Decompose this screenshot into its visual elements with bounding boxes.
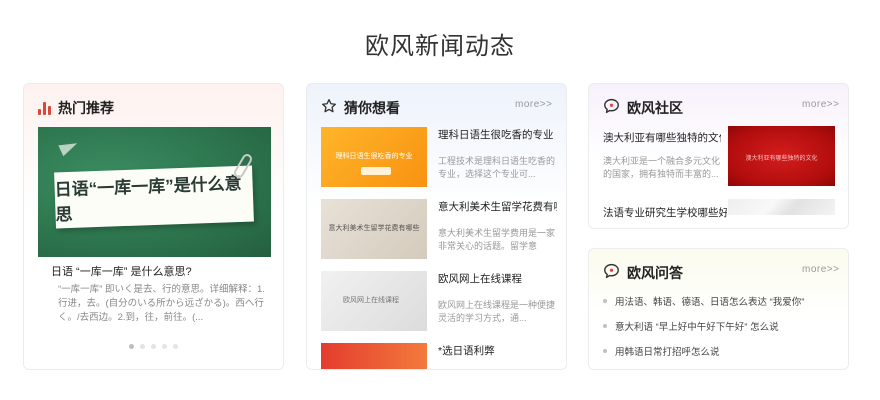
carousel-dot[interactable]	[151, 344, 156, 349]
carousel-dot[interactable]	[129, 344, 134, 349]
bullet-icon	[603, 299, 607, 304]
qa-question[interactable]: 用韩语日常打招呼怎么说	[615, 347, 720, 358]
community-post-thumbnail[interactable]: 澳大利亚有哪些独特的文化	[728, 126, 835, 186]
slide-note: 日语“一库一库”是什么意思	[54, 165, 254, 229]
article-thumbnail: 意大利美术生留学花费有哪些	[321, 199, 427, 259]
carousel-slide[interactable]: 日语“一库一库”是什么意思	[38, 127, 271, 257]
qa-more-link[interactable]: more>>	[802, 264, 839, 275]
qa-card-title: 欧风问答	[627, 265, 683, 281]
community-post-thumbnail[interactable]	[728, 199, 835, 215]
carousel-dot[interactable]	[173, 344, 178, 349]
community-post-desc: 澳大利亚是一个融合多元文化的国家，拥有独特而丰富的...	[603, 156, 721, 179]
article-thumbnail	[321, 343, 427, 369]
carousel-dots	[129, 344, 178, 349]
qa-card-header: 欧风问答 more>>	[589, 249, 848, 293]
qa-item[interactable]: 用韩语日常打招呼怎么说	[603, 344, 720, 358]
hot-summary: “一库一库” 即いく是去、行的意思。详细解释：1.行进，去。(自分のいる所から远…	[58, 284, 265, 323]
bullet-icon	[603, 349, 607, 354]
list-item[interactable]: 意大利美术生留学花费有哪些 意大利美术生留学花费有哪些 意大利美术生留学费用是一…	[321, 199, 557, 259]
slide-text: 日语“一库一库”是什么意思	[54, 173, 242, 225]
chat-bubble-icon	[604, 98, 619, 114]
bullet-icon	[603, 324, 607, 329]
list-item[interactable]: 欧风网上在线课程 欧风网上在线课程 欧风网上在线课程是一种便捷灵活的学习方式，通…	[321, 271, 557, 331]
guess-card-title: 猜你想看	[344, 100, 400, 116]
guess-more-link[interactable]: more>>	[515, 99, 552, 110]
community-card-title: 欧风社区	[627, 100, 683, 116]
carousel-dot[interactable]	[140, 344, 145, 349]
article-desc: 欧风网上在线课程是一种便捷灵活的学习方式，通...	[438, 300, 555, 323]
community-post-title[interactable]: 澳大利亚有哪些独特的文化	[603, 130, 721, 145]
hot-recommend-card: 热门推荐 日语“一库一库”是什么意思 日语 “一库一库” 是什么意思? “一库一…	[23, 83, 284, 370]
list-item[interactable]: 理科日语生很吃香的专业 理科日语生很吃香的专业 工程技术是理科日语生吃香的专业，…	[321, 127, 557, 187]
qa-card: 欧风问答 more>> 用法语、韩语、德语、日语怎么表达 “我爱你” 意大利语 …	[588, 248, 849, 370]
bar-chart-icon	[38, 101, 52, 115]
hot-card-title: 热门推荐	[58, 100, 114, 116]
hot-card-header: 热门推荐	[24, 84, 283, 128]
star-outline-icon	[322, 99, 336, 113]
qa-question[interactable]: 用法语、韩语、德语、日语怎么表达 “我爱你”	[615, 297, 804, 308]
guess-card: 猜你想看 more>> 理科日语生很吃香的专业 理科日语生很吃香的专业 工程技术…	[306, 83, 567, 370]
qa-item[interactable]: 意大利语 “早上好中午好下午好” 怎么说	[603, 319, 779, 333]
community-card-header: 欧风社区 more>>	[589, 84, 848, 128]
hot-headline-link[interactable]: 日语 “一库一库” 是什么意思?	[51, 263, 192, 279]
article-desc: 工程技术是理科日语生吃香的专业，选择这个专业可...	[438, 156, 555, 179]
chat-bubble-icon	[604, 263, 619, 279]
article-title[interactable]: *选日语利弊	[438, 343, 557, 358]
carousel-dot[interactable]	[162, 344, 167, 349]
article-desc: 意大利美术生留学费用是一家非常关心的话题。留学意	[438, 228, 555, 251]
community-card: 欧风社区 more>> 澳大利亚有哪些独特的文化 澳大利亚是一个融合多元文化的国…	[588, 83, 849, 229]
article-thumbnail: 理科日语生很吃香的专业	[321, 127, 427, 187]
qa-item[interactable]: 用法语、韩语、德语、日语怎么表达 “我爱你”	[603, 294, 804, 308]
article-thumbnail: 欧风网上在线课程	[321, 271, 427, 331]
article-title[interactable]: 欧风网上在线课程	[438, 271, 557, 286]
article-title[interactable]: 意大利美术生留学花费有哪些	[438, 199, 557, 214]
community-more-link[interactable]: more>>	[802, 99, 839, 110]
qa-question[interactable]: 意大利语 “早上好中午好下午好” 怎么说	[615, 322, 779, 333]
page-title: 欧风新闻动态	[365, 33, 515, 60]
list-item[interactable]: *选日语利弊	[321, 343, 557, 369]
community-post-title[interactable]: 法语专业研究生学校哪些好	[603, 205, 727, 220]
guess-card-header: 猜你想看 more>>	[307, 84, 566, 128]
article-title[interactable]: 理科日语生很吃香的专业	[438, 127, 557, 142]
